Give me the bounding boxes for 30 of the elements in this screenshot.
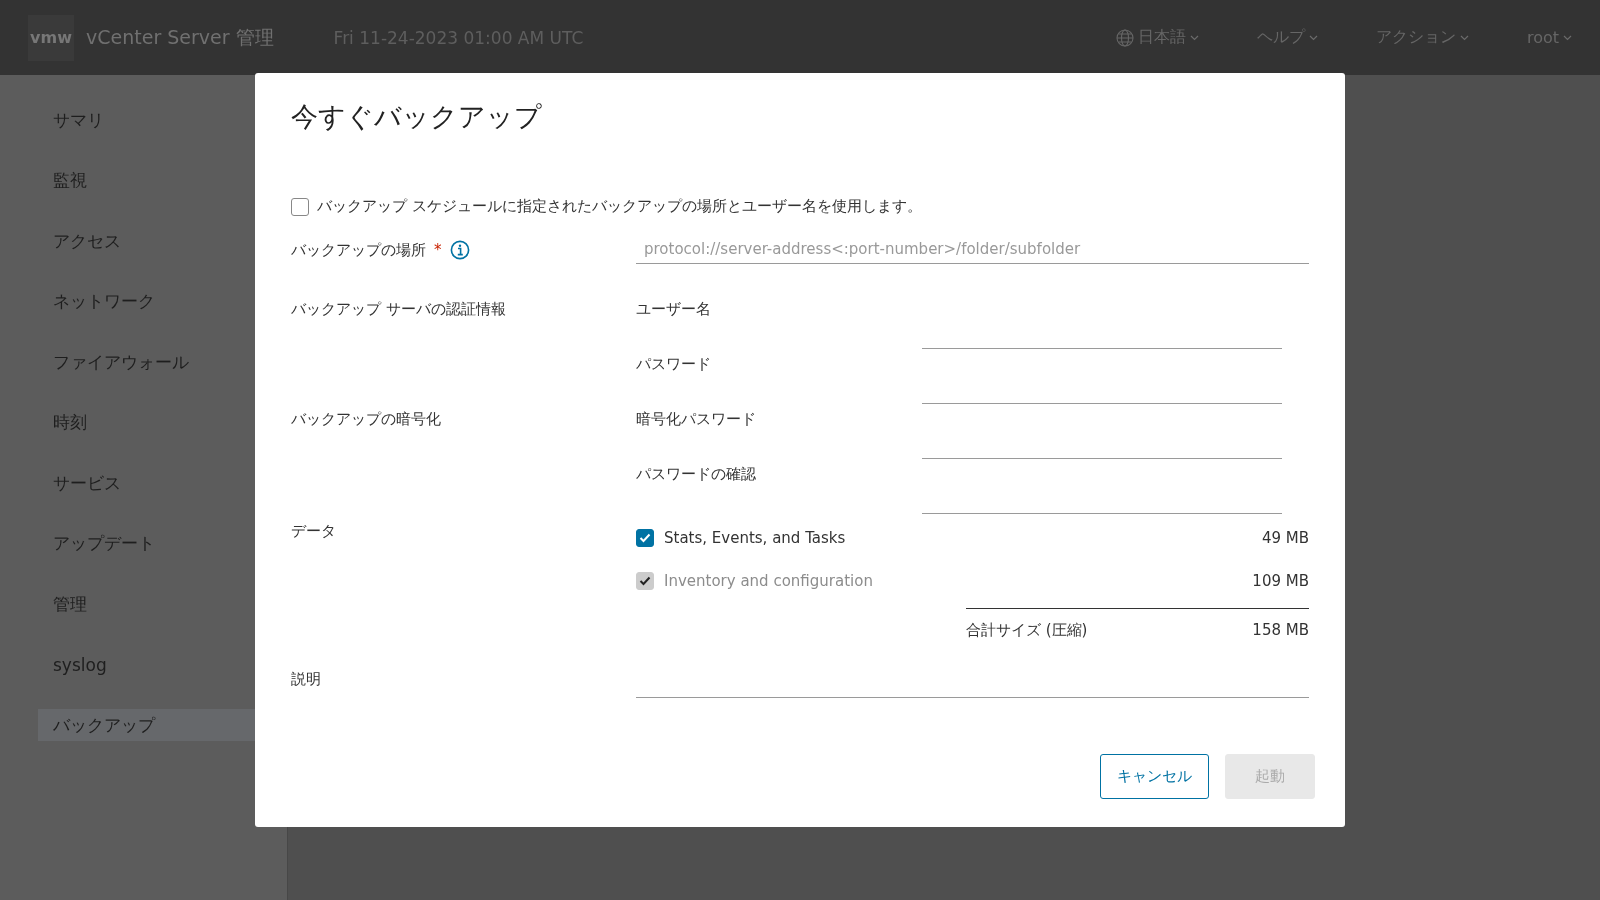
globe-icon	[1115, 28, 1134, 47]
required-mark: *	[434, 241, 442, 259]
checkbox-label: Stats, Events, and Tasks	[664, 528, 846, 547]
logo: vmw	[28, 14, 74, 61]
field-label: パスワードの確認	[636, 464, 757, 484]
location-input[interactable]: protocol://server-address<:port-number>/folder/subfolder	[636, 234, 1309, 264]
dialog-title: 今すぐバックアップ	[291, 100, 543, 134]
app-title: vCenter Server 管理	[86, 24, 274, 50]
checkbox-label: Inventory and configuration	[664, 571, 873, 590]
caret-icon	[1308, 34, 1318, 41]
caret-icon	[1459, 34, 1469, 41]
checkbox[interactable]	[291, 197, 309, 216]
caret-icon	[1563, 34, 1572, 41]
section-label: バックアップ サーバの認証情報	[291, 299, 507, 319]
field-label: 暗号化パスワード	[636, 409, 757, 429]
info-icon[interactable]	[449, 240, 470, 260]
field-label: ユーザー名	[636, 299, 712, 319]
section-label: バックアップの暗号化	[291, 409, 442, 429]
size-value: 49 MB	[1261, 528, 1309, 547]
field-label: パスワード	[636, 354, 712, 374]
checkbox-label: バックアップ スケジュールに指定されたバックアップの場所とユーザー名を使用します。	[317, 197, 922, 216]
section-label: データ	[291, 521, 337, 541]
size-value: 109 MB	[1252, 571, 1309, 590]
field-label: バックアップの場所	[291, 240, 426, 260]
caret-icon	[1189, 34, 1199, 41]
total-label: 合計サイズ (圧縮)	[966, 621, 1088, 640]
cancel-button[interactable]: キャンセル	[1100, 754, 1209, 799]
checkbox[interactable]	[636, 528, 654, 547]
total-value: 158 MB	[1252, 621, 1309, 640]
field-label: 説明	[291, 669, 322, 689]
